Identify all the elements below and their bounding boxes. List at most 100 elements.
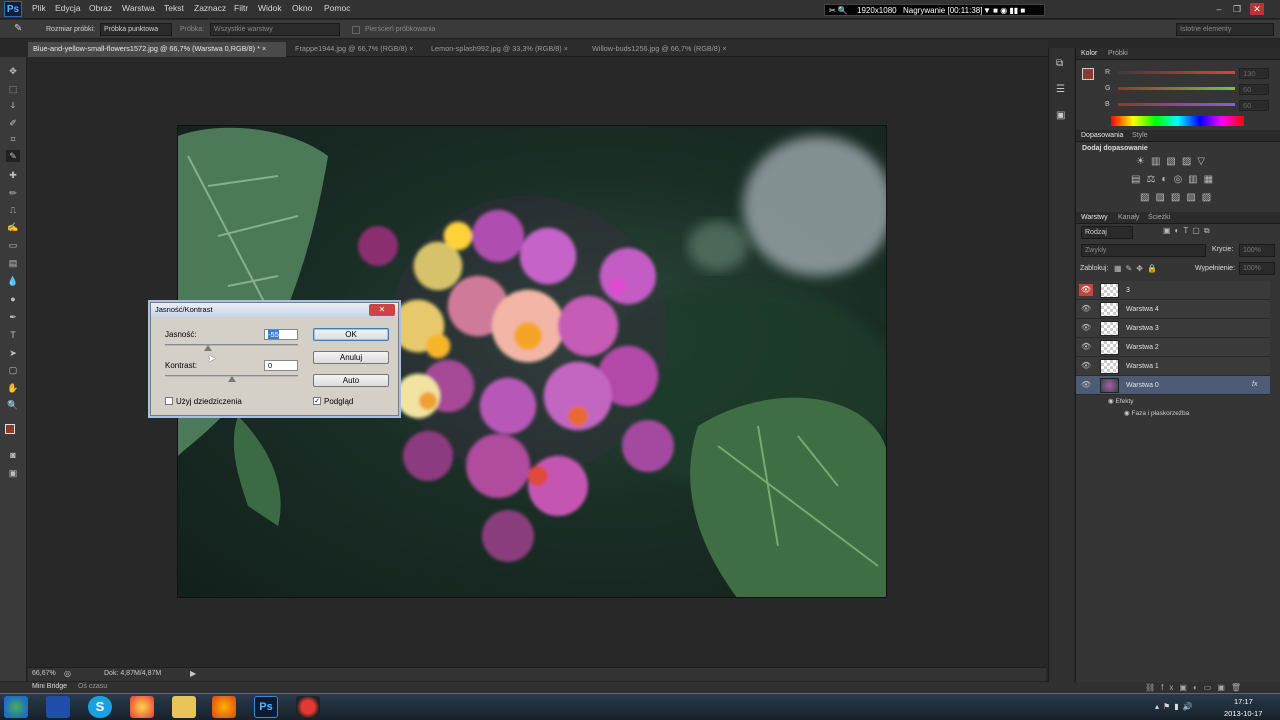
skype-icon[interactable]: S [88, 696, 112, 718]
blend-mode-dropdown[interactable]: Zwykły [1081, 244, 1206, 257]
channel-r-slider[interactable] [1118, 71, 1235, 74]
quick-select-icon[interactable]: ✐ [6, 117, 20, 129]
hand-tool-icon[interactable]: ✋ [6, 382, 20, 394]
eye-icon[interactable]: 👁 [1079, 284, 1093, 296]
menu-edit[interactable]: Edycja [55, 3, 81, 13]
menu-layer[interactable]: Warstwa [122, 3, 155, 13]
dodge-tool-icon[interactable]: ● [6, 293, 20, 305]
history-brush-icon[interactable]: ✍ [6, 221, 20, 233]
brush-tool-icon[interactable]: ✏ [6, 187, 20, 199]
taskbar-sun-icon[interactable] [130, 696, 154, 718]
layer-row[interactable]: 👁 3 [1076, 281, 1270, 300]
contrast-input[interactable]: 0 [264, 360, 298, 371]
tray-icons[interactable]: ▴⚑▮🔊 [1155, 702, 1197, 711]
tab-layers[interactable]: Warstwy [1081, 214, 1108, 221]
effect-item[interactable]: ◉ Faza i płaskorzeźba [1124, 409, 1189, 417]
recorder-controls-icon[interactable]: ▼ ■ ◉ ▮▮ ■ [983, 6, 1025, 15]
channel-b-slider[interactable] [1118, 103, 1235, 106]
properties-icon[interactable]: ☰ [1056, 84, 1065, 95]
adjustment-icons-row1[interactable]: ☀▥▧▨▽ [1136, 156, 1211, 167]
zoom-tool-icon[interactable]: 🔍 [6, 399, 20, 411]
eye-icon[interactable]: 👁 [1081, 381, 1091, 389]
menu-select[interactable]: Zaznacz [194, 3, 226, 13]
opacity-input[interactable]: 100% [1239, 244, 1275, 257]
tab-document-2[interactable]: Frappe1944.jpg @ 66,7% (RGB/8) × [290, 42, 422, 57]
dialog-close-icon[interactable]: ✕ [369, 304, 395, 316]
quick-mask-icon[interactable]: ◙ [6, 449, 20, 461]
timeline-tab[interactable]: Oś czasu [78, 683, 107, 690]
history-icon[interactable]: ⧉ [1056, 58, 1063, 69]
crop-tool-icon[interactable]: ⌗ [6, 133, 20, 145]
brightness-input[interactable]: -55 [264, 329, 298, 340]
tab-color[interactable]: Kolor [1081, 50, 1097, 57]
contrast-slider-thumb[interactable] [228, 376, 236, 382]
status-arrow-icon[interactable]: ▶ [190, 669, 196, 678]
recorder-task-icon[interactable] [296, 696, 320, 718]
path-select-icon[interactable]: ➤ [6, 347, 20, 359]
menu-file[interactable]: Plik [32, 3, 46, 13]
preview-checkbox[interactable]: ✓ [313, 397, 321, 405]
layer-kind-filter[interactable]: Rodzaj [1081, 226, 1133, 239]
adjustment-icons-row2[interactable]: ▤⚖◐◎▥▦ [1131, 174, 1219, 185]
fill-input[interactable]: 100% [1239, 262, 1275, 275]
ok-button[interactable]: OK [313, 328, 389, 341]
minimize-icon[interactable]: – [1212, 3, 1226, 15]
info-icon[interactable]: ▣ [1056, 110, 1065, 121]
tab-adjustments[interactable]: Dopasowania [1081, 132, 1123, 139]
channel-g-slider[interactable] [1118, 87, 1235, 90]
taskbar-app-icon[interactable] [46, 696, 70, 718]
healing-tool-icon[interactable]: ✚ [6, 169, 20, 181]
eyedropper-icon[interactable]: ✎ [14, 23, 22, 34]
cancel-button[interactable]: Anuluj [313, 351, 389, 364]
brightness-slider-track[interactable] [165, 344, 298, 346]
layer-row[interactable]: 👁 Warstwa 4 [1076, 300, 1270, 319]
color-ramp[interactable] [1111, 116, 1244, 126]
menu-image[interactable]: Obraz [89, 3, 112, 13]
lock-icons[interactable]: ▦✎✥🔒 [1114, 264, 1161, 273]
menu-window[interactable]: Okno [292, 3, 312, 13]
screen-mode-icon[interactable]: ▣ [6, 467, 20, 479]
close-icon[interactable]: ✕ [1250, 3, 1264, 15]
eye-icon[interactable]: 👁 [1081, 324, 1091, 332]
type-tool-icon[interactable]: T [6, 329, 20, 341]
tab-document-1[interactable]: Blue-and-yellow-small-flowers1572.jpg @ … [28, 42, 286, 57]
shape-tool-icon[interactable]: ▢ [6, 364, 20, 376]
channel-b-input[interactable]: 60 [1239, 100, 1269, 111]
eraser-tool-icon[interactable]: ▭ [6, 239, 20, 251]
ring-checkbox[interactable] [352, 26, 360, 34]
adjustment-icons-row3[interactable]: ▨▨▨▨▨ [1140, 192, 1217, 203]
zoom-level[interactable]: 66,67% [32, 670, 56, 677]
gradient-tool-icon[interactable]: ▤ [6, 257, 20, 269]
menu-type[interactable]: Tekst [164, 3, 184, 13]
effects-row[interactable]: ◉ Efekty [1108, 397, 1134, 405]
eye-icon[interactable]: 👁 [1081, 343, 1091, 351]
lasso-tool-icon[interactable]: ↆ [6, 99, 20, 111]
sample-size-dropdown[interactable]: Próbka punktowa [100, 23, 172, 36]
tab-document-4[interactable]: Willow-buds1256.jpg @ 66,7% (RGB/8) × [587, 42, 747, 57]
tab-paths[interactable]: Ścieżki [1148, 214, 1170, 221]
menu-help[interactable]: Pomoc [324, 3, 350, 13]
legacy-checkbox[interactable] [165, 397, 173, 405]
minibridge-tab[interactable]: Mini Bridge [32, 683, 67, 690]
menu-filter[interactable]: Filtr [234, 3, 248, 13]
eye-icon[interactable]: 👁 [1081, 362, 1091, 370]
layer-filter-icons[interactable]: ▣◐T▢⧉ [1163, 226, 1214, 236]
menu-view[interactable]: Widok [258, 3, 282, 13]
brightness-slider-thumb[interactable] [204, 345, 212, 351]
maximize-icon[interactable]: ❐ [1230, 3, 1244, 15]
eye-icon[interactable]: 👁 [1081, 305, 1091, 313]
fx-icon[interactable]: fx [1252, 381, 1257, 388]
layer-row-selected[interactable]: 👁 Warstwa 0 fx [1076, 376, 1270, 395]
sample-dropdown[interactable]: Wszystkie warstwy [210, 23, 340, 36]
stamp-tool-icon[interactable]: ⎍ [6, 204, 20, 216]
tab-swatches[interactable]: Próbki [1108, 50, 1128, 57]
channel-r-input[interactable]: 130 [1239, 68, 1269, 79]
folder-icon[interactable] [172, 696, 196, 718]
workspace-dropdown[interactable]: Istotne elementy [1176, 23, 1274, 36]
firefox-icon[interactable] [212, 696, 236, 718]
layer-row[interactable]: 👁 Warstwa 1 [1076, 357, 1270, 376]
foreground-color-swatch[interactable] [5, 424, 15, 434]
blur-tool-icon[interactable]: 💧 [6, 275, 20, 287]
channel-g-input[interactable]: 60 [1239, 84, 1269, 95]
layer-actions-icons[interactable]: ⛓fx▣◐▭▣🗑 [1145, 683, 1247, 692]
